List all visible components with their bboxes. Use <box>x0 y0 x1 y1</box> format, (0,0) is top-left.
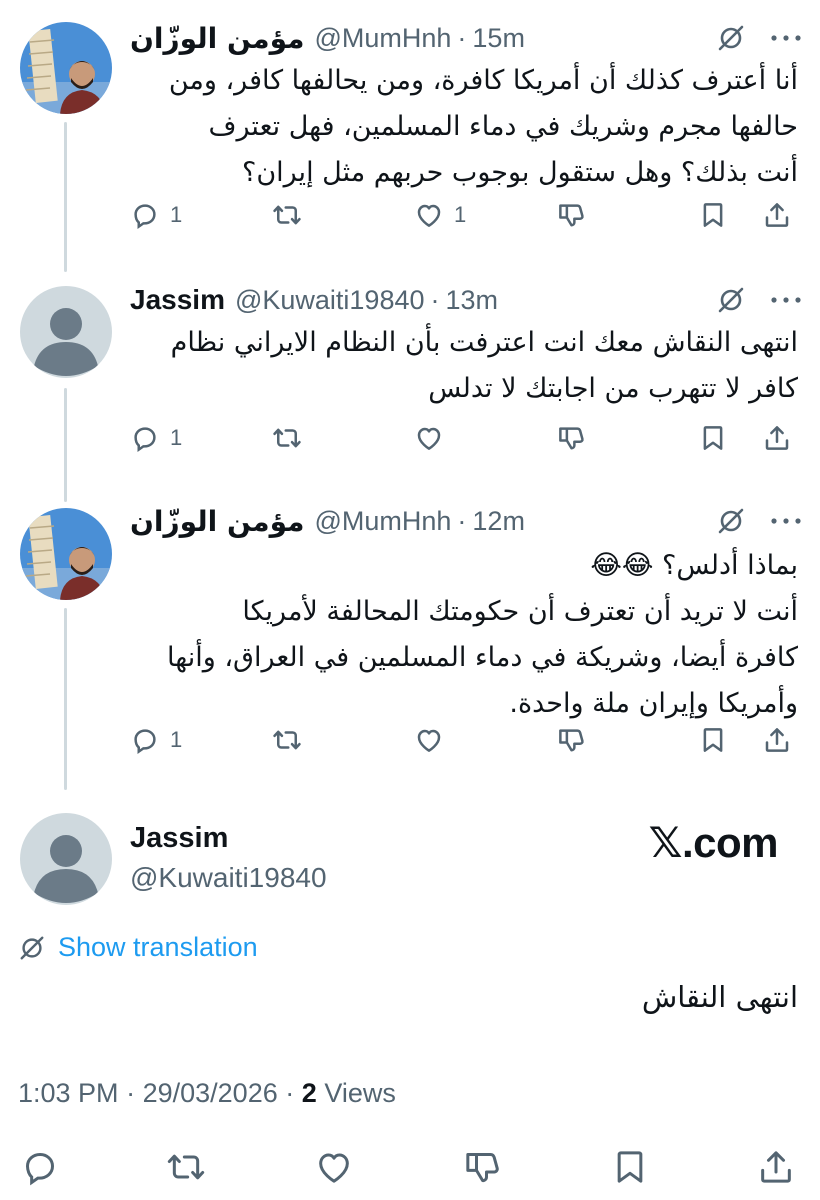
thread-tweet[interactable]: مؤمن الوزّان @MumHnh · 12m بماذا أدلس؟ 😂… <box>0 505 820 795</box>
display-name[interactable]: مؤمن الوزّان <box>130 22 304 55</box>
like-icon <box>319 1153 349 1183</box>
bookmark-button[interactable] <box>698 725 728 755</box>
share-button[interactable] <box>762 200 792 230</box>
display-name[interactable]: Jassim <box>130 822 228 855</box>
avatar[interactable] <box>20 508 112 600</box>
reply-button[interactable] <box>20 1147 60 1187</box>
timestamp[interactable]: 13m <box>446 285 499 316</box>
share-icon <box>765 728 789 752</box>
dislike-button[interactable] <box>462 1147 502 1187</box>
share-icon <box>765 203 789 227</box>
reply-button[interactable]: 1 <box>130 725 182 755</box>
reply-icon <box>134 204 156 230</box>
bookmark-button[interactable] <box>698 200 728 230</box>
user-handle[interactable]: @MumHnh <box>314 23 451 54</box>
like-count: 1 <box>454 202 467 227</box>
tweet-text: أنا أعترف كذلك أن أمريكا كافرة، ومن يحال… <box>168 65 798 188</box>
dislike-icon <box>559 204 584 227</box>
tweet-date[interactable]: 29/03/2026 <box>143 1078 278 1108</box>
show-translation-label: Show translation <box>58 932 258 962</box>
bookmark-icon <box>703 728 723 752</box>
thread-tweet[interactable]: Jassim @Kuwaiti19840 · 13m انتهى النقاش … <box>0 270 820 505</box>
dislike-icon <box>559 729 584 752</box>
bookmark-button[interactable] <box>610 1147 650 1187</box>
tweet-text: بماذا أدلس؟ 😂😂 أنت لا تريد أن تعترف أن ح… <box>167 550 798 719</box>
more-icon[interactable] <box>770 506 802 536</box>
retweet-button[interactable] <box>272 725 302 755</box>
separator: · <box>126 1078 136 1108</box>
bookmark-icon <box>703 426 723 450</box>
share-icon <box>765 426 789 450</box>
retweet-button[interactable] <box>166 1147 206 1187</box>
user-handle[interactable]: @MumHnh <box>314 506 451 537</box>
dislike-icon <box>559 427 584 450</box>
tweet-meta: 1:03 PM · 29/03/2026 · 2 Views <box>18 1078 396 1109</box>
reply-count: 1 <box>170 425 183 450</box>
views-count: 2 <box>301 1078 317 1108</box>
dislike-button[interactable] <box>556 200 586 230</box>
avatar[interactable] <box>20 813 112 905</box>
like-icon <box>417 729 441 752</box>
separator: · <box>430 284 440 315</box>
retweet-icon <box>273 730 301 750</box>
retweet-icon <box>273 428 301 448</box>
separator: · <box>285 1078 295 1108</box>
share-button[interactable] <box>756 1147 796 1187</box>
like-button[interactable]: 1 <box>414 200 466 230</box>
reply-count: 1 <box>170 727 183 752</box>
thread-tweet[interactable]: مؤمن الوزّان @MumHnh · 15m أنا أعترف كذل… <box>0 0 820 270</box>
like-icon <box>417 427 441 450</box>
more-icon[interactable] <box>770 285 802 315</box>
share-icon <box>761 1151 791 1183</box>
reply-count: 1 <box>170 202 183 227</box>
dislike-button[interactable] <box>556 725 586 755</box>
user-handle[interactable]: @Kuwaiti19840 <box>235 285 425 316</box>
user-handle[interactable]: @Kuwaiti19840 <box>130 862 327 894</box>
retweet-button[interactable] <box>272 423 302 453</box>
share-button[interactable] <box>762 423 792 453</box>
more-icon[interactable] <box>770 23 802 53</box>
avatar[interactable] <box>20 22 112 114</box>
separator: · <box>457 22 467 53</box>
retweet-icon <box>167 1154 205 1180</box>
translate-icon <box>20 936 44 959</box>
tweet-time[interactable]: 1:03 PM <box>18 1078 119 1108</box>
dislike-button[interactable] <box>556 423 586 453</box>
retweet-icon <box>273 205 301 225</box>
separator: · <box>457 505 467 536</box>
bookmark-button[interactable] <box>698 423 728 453</box>
dislike-icon <box>466 1153 499 1183</box>
views-label: Views <box>324 1078 396 1108</box>
tweet-text: انتهى النقاش معك انت اعترفت بأن النظام ا… <box>170 327 798 404</box>
timestamp[interactable]: 12m <box>472 506 525 537</box>
display-name[interactable]: Jassim <box>130 284 225 316</box>
avatar[interactable] <box>20 286 112 378</box>
reply-icon <box>25 1152 55 1186</box>
show-translation-button[interactable]: Show translation <box>18 932 258 963</box>
grok-icon[interactable] <box>716 506 746 536</box>
grok-icon[interactable] <box>716 285 746 315</box>
like-button[interactable] <box>414 423 444 453</box>
share-button[interactable] <box>762 725 792 755</box>
tweet-text: انتهى النقاش <box>641 980 798 1014</box>
timestamp[interactable]: 15m <box>472 23 525 54</box>
bookmark-icon <box>703 203 723 227</box>
reply-icon <box>134 427 156 453</box>
display-name[interactable]: مؤمن الوزّان <box>130 505 304 538</box>
x-watermark: 𝕏.com <box>648 819 779 866</box>
reply-button[interactable]: 1 <box>130 200 182 230</box>
like-button[interactable] <box>314 1147 354 1187</box>
bookmark-icon <box>617 1151 643 1183</box>
grok-icon[interactable] <box>716 23 746 53</box>
retweet-button[interactable] <box>272 200 302 230</box>
like-button[interactable] <box>414 725 444 755</box>
reply-button[interactable]: 1 <box>130 423 182 453</box>
reply-icon <box>134 729 156 755</box>
like-icon <box>417 204 441 227</box>
main-tweet-actions <box>0 1142 820 1192</box>
